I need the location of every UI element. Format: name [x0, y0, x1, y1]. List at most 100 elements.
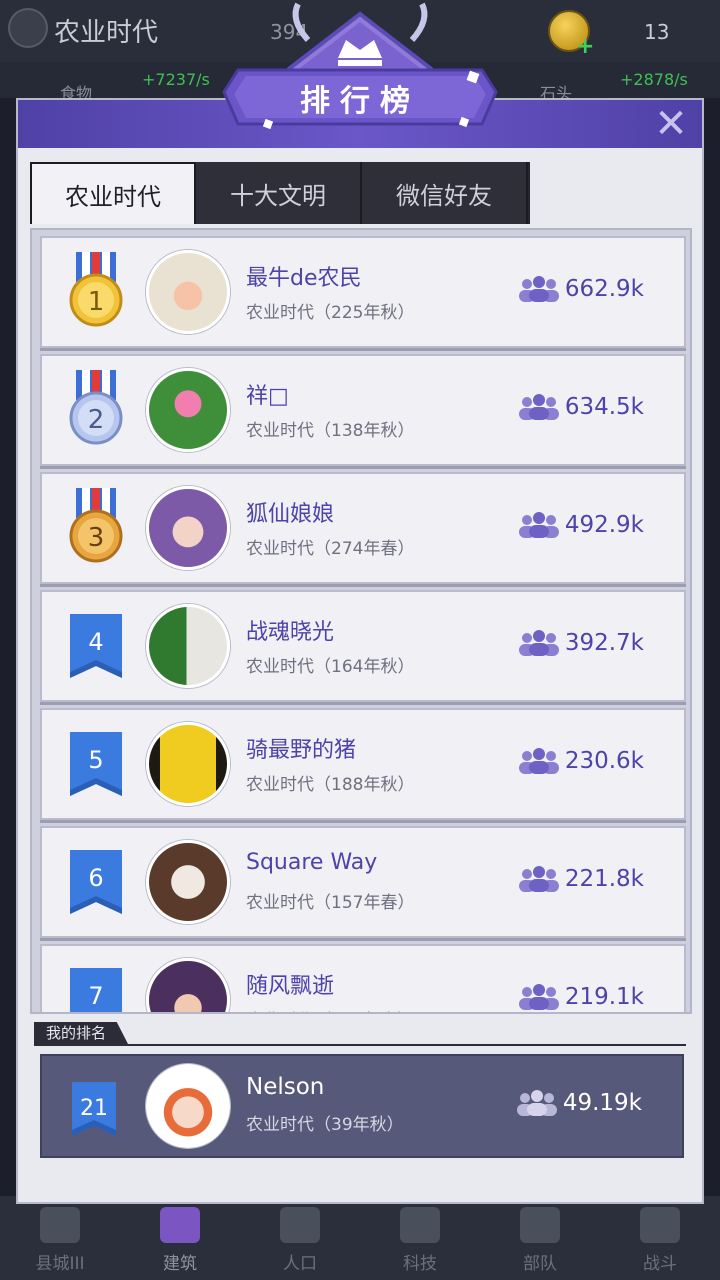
- avatar[interactable]: [146, 604, 230, 688]
- avatar[interactable]: [146, 958, 230, 1012]
- silver-medal-icon: 2: [69, 370, 123, 445]
- population-icon: [518, 984, 559, 1010]
- player-era: 农业时代（39年秋）: [246, 1115, 404, 1135]
- nav-item-tech[interactable]: 科技: [360, 1196, 480, 1280]
- era-emblem-icon[interactable]: [8, 8, 48, 48]
- score-value: 230.6k: [564, 748, 644, 774]
- avatar[interactable]: [146, 1064, 230, 1148]
- ranking-row[interactable]: 3 狐仙娘娘 农业时代（274年春） 492.9k: [40, 472, 686, 584]
- rank-ribbon-icon: 7: [70, 968, 122, 1012]
- player-score: 219.1k: [517, 984, 644, 1010]
- add-coin-icon[interactable]: +: [576, 34, 594, 59]
- nav-item-population[interactable]: 人口: [240, 1196, 360, 1280]
- player-score: 230.6k: [517, 748, 644, 774]
- avatar[interactable]: [146, 840, 230, 924]
- player-name: 最牛de农民: [246, 266, 362, 291]
- nav-label: 人口: [283, 1254, 317, 1274]
- svg-text:21: 21: [80, 1096, 108, 1121]
- ranking-row[interactable]: 1 最牛de农民 农业时代（225年秋） 662.9k: [40, 236, 686, 348]
- svg-text:1: 1: [88, 287, 105, 317]
- score-value: 662.9k: [564, 276, 644, 302]
- svg-text:3: 3: [88, 523, 105, 553]
- player-name: 随风飘逝: [246, 974, 335, 999]
- rank-ribbon-icon: 4: [70, 614, 122, 678]
- nav-item-battle[interactable]: 战斗: [600, 1196, 720, 1280]
- player-name: 战魂晓光: [246, 620, 335, 645]
- player-name: Square Way: [246, 850, 378, 875]
- player-score: 634.5k: [517, 394, 644, 420]
- banner-frame: [222, 2, 498, 130]
- score-value: 219.1k: [564, 984, 644, 1010]
- player-era: 农业时代（188年秋）: [246, 775, 415, 795]
- avatar[interactable]: [146, 486, 230, 570]
- tab-wechat-friends[interactable]: 微信好友: [362, 162, 528, 224]
- tab-bar: 农业时代 十大文明 微信好友: [30, 162, 530, 224]
- player-score: 49.19k: [515, 1090, 642, 1116]
- population-icon: [516, 1090, 557, 1116]
- player-score: 662.9k: [517, 276, 644, 302]
- population-icon: [518, 866, 559, 892]
- score-value: 492.9k: [564, 512, 644, 538]
- nav-label: 科技: [403, 1254, 437, 1274]
- score-value: 634.5k: [564, 394, 644, 420]
- population-icon: [518, 394, 559, 420]
- rank-ribbon-icon: 21: [72, 1082, 116, 1136]
- player-era: 农业时代（164年秋）: [246, 657, 415, 677]
- player-era: 农业时代（157年春）: [246, 893, 415, 913]
- person-icon: [280, 1207, 320, 1243]
- nav-item-building[interactable]: 建筑: [120, 1196, 240, 1280]
- player-era: 农业时代（271年春）: [246, 1006, 414, 1012]
- leaderboard-banner: 排行榜: [198, 0, 522, 150]
- shield-icon: [520, 1207, 560, 1243]
- svg-text:2: 2: [88, 405, 105, 435]
- rank-ribbon-icon: 6: [70, 850, 122, 914]
- player-name: 祥□: [246, 384, 289, 409]
- player-era: 农业时代（274年春）: [246, 539, 415, 559]
- nav-item-county[interactable]: 县城III: [0, 1196, 120, 1280]
- avatar[interactable]: [146, 722, 230, 806]
- book-icon: [400, 1207, 440, 1243]
- ranking-row[interactable]: 2 祥□ 农业时代（138年秋） 634.5k: [40, 354, 686, 466]
- tab-agriculture-era[interactable]: 农业时代: [30, 162, 196, 224]
- my-rank-header: 我的排名: [34, 1020, 686, 1046]
- player-name: Nelson: [246, 1074, 325, 1100]
- svg-text:5: 5: [88, 746, 103, 774]
- avatar[interactable]: [146, 250, 230, 334]
- nav-label: 战斗: [643, 1254, 677, 1274]
- coin-count: 13: [644, 20, 670, 44]
- score-value: 221.8k: [564, 866, 644, 892]
- svg-text:6: 6: [88, 864, 103, 892]
- my-rank-label: 我的排名: [34, 1022, 129, 1044]
- ranking-row[interactable]: 7 随风飘逝 农业时代（271年春） 219.1k: [40, 944, 686, 1012]
- player-score: 221.8k: [517, 866, 644, 892]
- rank-ribbon-icon: 5: [70, 732, 122, 796]
- population-icon: [518, 276, 559, 302]
- close-icon[interactable]: ✕: [652, 104, 690, 144]
- population-icon: [518, 512, 559, 538]
- ranking-row[interactable]: 5 骑最野的猪 农业时代（188年秋） 230.6k: [40, 708, 686, 820]
- score-value: 49.19k: [562, 1090, 642, 1116]
- bronze-medal-icon: 3: [69, 488, 123, 563]
- nav-label: 建筑: [163, 1254, 197, 1274]
- nav-item-army[interactable]: 部队: [480, 1196, 600, 1280]
- svg-text:4: 4: [88, 628, 103, 656]
- stone-rate: +2878/s: [620, 70, 688, 89]
- player-era: 农业时代（225年秋）: [246, 303, 415, 323]
- player-name: 骑最野的猪: [246, 738, 357, 763]
- population-icon: [518, 748, 559, 774]
- player-score: 392.7k: [517, 630, 644, 656]
- bottom-nav: 县城III 建筑 人口 科技 部队 战斗: [0, 1196, 720, 1280]
- building-icon: [160, 1207, 200, 1243]
- avatar[interactable]: [146, 368, 230, 452]
- ranking-row[interactable]: 4 战魂晓光 农业时代（164年秋） 392.7k: [40, 590, 686, 702]
- ranking-row[interactable]: 6 Square Way 农业时代（157年春） 221.8k: [40, 826, 686, 938]
- leaderboard-modal: ✕ 农业时代 十大文明 微信好友 1 最牛de农民 农业时代（225年秋） 66…: [16, 98, 704, 1204]
- gold-medal-icon: 1: [69, 252, 123, 327]
- leaderboard-title: 排行榜: [300, 84, 420, 119]
- my-rank-row[interactable]: 21 Nelson 农业时代（39年秋） 49.19k: [40, 1054, 684, 1158]
- player-score: 492.9k: [517, 512, 644, 538]
- tab-top-civilizations[interactable]: 十大文明: [196, 162, 362, 224]
- ranking-list[interactable]: 1 最牛de农民 农业时代（225年秋） 662.9k 2 祥□ 农业时代（13…: [30, 228, 692, 1014]
- score-value: 392.7k: [564, 630, 644, 656]
- player-era: 农业时代（138年秋）: [246, 421, 415, 441]
